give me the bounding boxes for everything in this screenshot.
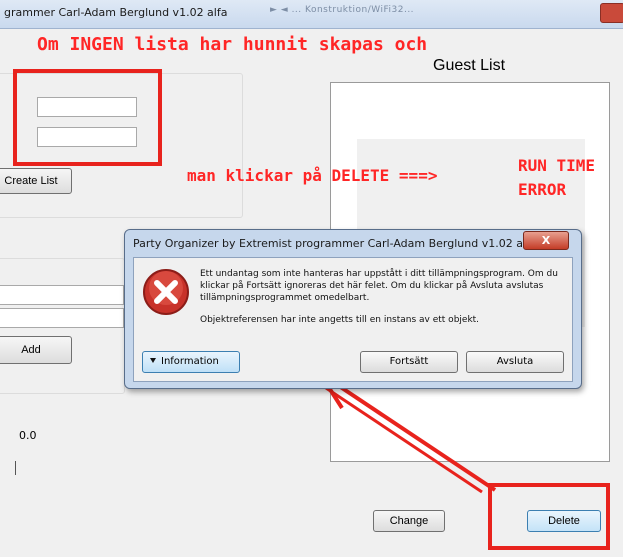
background-window-tabs: ► ◄ ... Konstruktion/WiFi32... [270,5,415,15]
window-title: grammer Carl-Adam Berglund v1.02 alfa [4,6,228,19]
annotation-runtime: RUN TIME [518,156,596,175]
dialog-body: Ett undantag som inte hanteras har uppst… [133,257,573,382]
quit-button[interactable]: Avsluta [466,351,564,373]
guest-name-input[interactable] [0,285,124,305]
annotation-line-2: man klickar på DELETE ===> [187,166,438,185]
annotation-box-textboxes [13,69,162,166]
dialog-message-main: Ett undantag som inte hanteras har uppst… [200,269,558,303]
annotation-line-1: Om INGEN lista har hunnit skapas och [37,34,428,55]
value-label: 0.0 [19,429,37,442]
window-titlebar: grammer Carl-Adam Berglund v1.02 alfa ► … [0,0,623,29]
chevron-down-icon [150,358,156,363]
error-icon [143,269,189,315]
annotation-box-delete [488,483,610,550]
dialog-message-detail: Objektreferensen har inte angetts till e… [200,315,480,325]
window-close-button[interactable] [600,3,623,23]
trackbar-tick [15,461,16,475]
dialog-close-button[interactable]: X [523,231,569,250]
guest-list-label: Guest List [433,57,506,74]
add-button[interactable]: Add [0,336,72,364]
information-button[interactable]: Information [142,351,240,373]
dialog-message: Ett undantag som inte hanteras har uppst… [200,268,560,326]
guest-extra-input[interactable] [0,308,124,328]
information-button-label: Information [161,356,219,367]
continue-button[interactable]: Fortsätt [360,351,458,373]
annotation-error: ERROR [518,180,567,199]
error-dialog: Party Organizer by Extremist programmer … [124,229,582,389]
dialog-title: Party Organizer by Extremist programmer … [133,237,537,250]
change-button[interactable]: Change [373,510,445,532]
create-list-button[interactable]: Create List [0,168,72,194]
